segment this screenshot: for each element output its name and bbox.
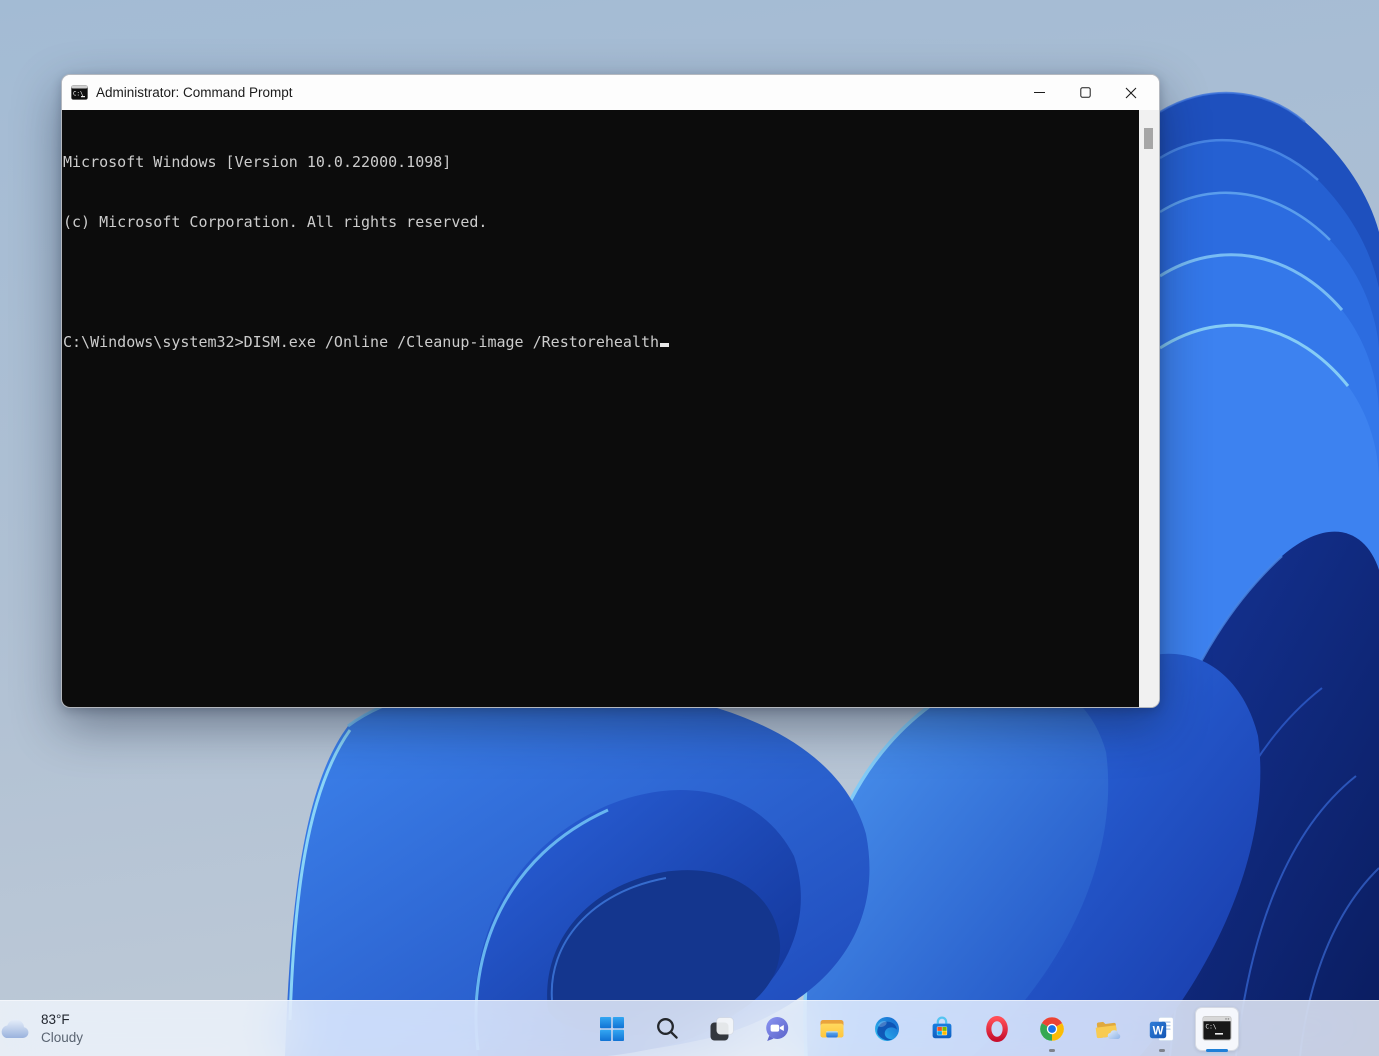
svg-text:W: W xyxy=(1153,1025,1164,1037)
svg-text:C:\: C:\ xyxy=(1205,1024,1216,1031)
terminal-scrollbar[interactable] xyxy=(1139,110,1159,707)
folder-icon xyxy=(818,1015,846,1043)
task-view-icon xyxy=(709,1016,735,1042)
file-explorer-button[interactable] xyxy=(810,1005,854,1053)
chrome-button[interactable] xyxy=(1030,1005,1074,1053)
chat-icon xyxy=(763,1015,791,1043)
folder-cloud-icon xyxy=(1093,1015,1121,1043)
terminal-prompt-text: C:\Windows\system32>DISM.exe /Online /Cl… xyxy=(63,332,659,352)
scrollbar-thumb[interactable] xyxy=(1144,128,1153,149)
terminal-line xyxy=(63,272,1139,292)
search-icon xyxy=(655,1016,680,1041)
microsoft-store-button[interactable] xyxy=(920,1005,964,1053)
weather-condition: Cloudy xyxy=(41,1029,83,1047)
chat-button[interactable] xyxy=(755,1005,799,1053)
terminal-command-line: C:\Windows\system32>DISM.exe /Online /Cl… xyxy=(63,332,1139,352)
active-indicator xyxy=(1206,1049,1228,1052)
close-button[interactable] xyxy=(1108,75,1154,110)
active-app-card: C:\ xyxy=(1195,1007,1239,1051)
edge-icon xyxy=(873,1015,901,1043)
terminal-cursor xyxy=(660,343,669,347)
taskbar: 83°F Cloudy xyxy=(0,1000,1379,1056)
weather-text: 83°F Cloudy xyxy=(41,1011,83,1047)
terminal-line: Microsoft Windows [Version 10.0.22000.10… xyxy=(63,152,1139,172)
weather-widget[interactable]: 83°F Cloudy xyxy=(0,1001,93,1056)
terminal-output[interactable]: Microsoft Windows [Version 10.0.22000.10… xyxy=(62,110,1139,707)
cloudy-weather-icon xyxy=(0,1016,34,1042)
opera-icon xyxy=(983,1015,1011,1043)
edge-button[interactable] xyxy=(865,1005,909,1053)
taskbar-icons: W C:\ xyxy=(590,1001,1239,1056)
running-indicator xyxy=(1159,1049,1165,1052)
windows-start-icon xyxy=(599,1016,625,1042)
window-controls xyxy=(1016,75,1154,110)
command-prompt-window[interactable]: C:\ Administrator: Command Prompt xyxy=(61,74,1160,708)
window-title: Administrator: Command Prompt xyxy=(96,85,293,100)
chrome-icon xyxy=(1038,1015,1066,1043)
task-view-button[interactable] xyxy=(700,1005,744,1053)
start-button[interactable] xyxy=(590,1005,634,1053)
close-icon xyxy=(1125,87,1137,99)
cmd-icon: C:\ xyxy=(71,84,88,101)
minimize-icon xyxy=(1034,87,1045,98)
maximize-icon xyxy=(1080,87,1091,98)
opera-button[interactable] xyxy=(975,1005,1019,1053)
cmd-icon: C:\ xyxy=(1202,1015,1232,1042)
window-titlebar[interactable]: C:\ Administrator: Command Prompt xyxy=(62,75,1159,110)
weather-temperature: 83°F xyxy=(41,1011,83,1029)
desktop[interactable]: C:\ Administrator: Command Prompt xyxy=(0,0,1379,1056)
maximize-button[interactable] xyxy=(1062,75,1108,110)
minimize-button[interactable] xyxy=(1016,75,1062,110)
word-button[interactable]: W xyxy=(1140,1005,1184,1053)
word-icon: W xyxy=(1148,1015,1176,1043)
store-bag-icon xyxy=(928,1015,956,1043)
search-button[interactable] xyxy=(645,1005,689,1053)
command-prompt-taskbar-button[interactable]: C:\ xyxy=(1195,1005,1239,1053)
running-indicator xyxy=(1049,1049,1055,1052)
terminal-line: (c) Microsoft Corporation. All rights re… xyxy=(63,212,1139,232)
onedrive-folder-button[interactable] xyxy=(1085,1005,1129,1053)
